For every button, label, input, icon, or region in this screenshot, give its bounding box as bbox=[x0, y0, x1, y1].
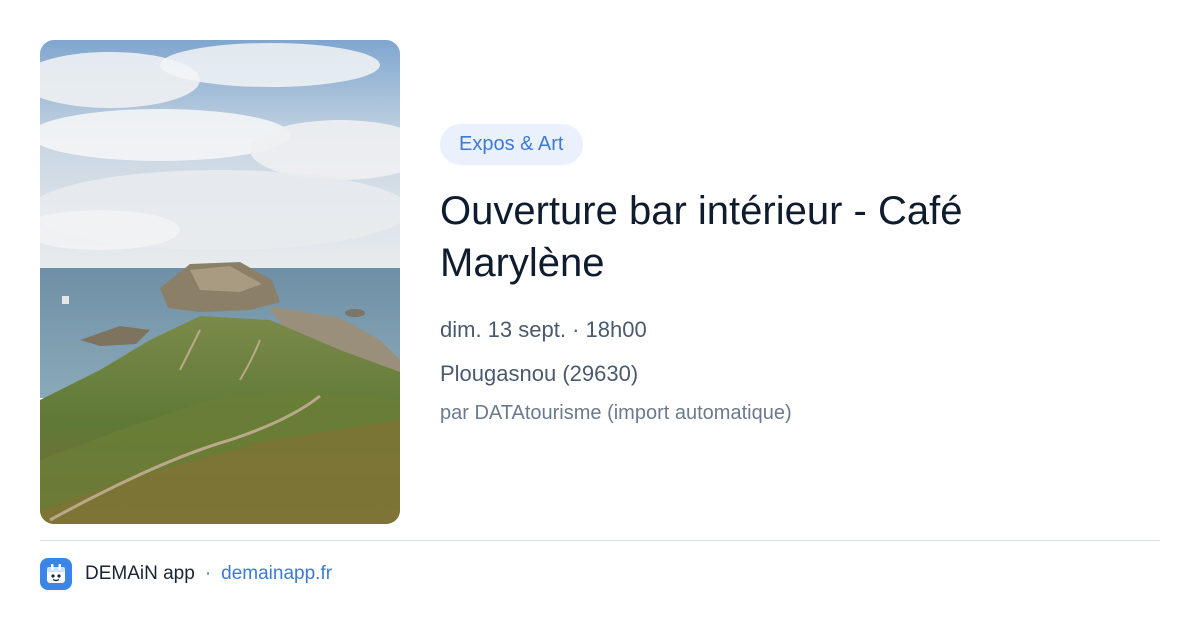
event-source: par DATAtourisme (import automatique) bbox=[440, 402, 792, 424]
event-title[interactable]: Ouverture bar intérieur - Café Marylène bbox=[440, 185, 1080, 289]
footer: DEMAiN app · demainapp.fr bbox=[40, 558, 332, 590]
app-website-link[interactable]: demainapp.fr bbox=[221, 563, 332, 585]
event-details: Expos & Art Ouverture bar intérieur - Ca… bbox=[440, 124, 1160, 427]
category-tag[interactable]: Expos & Art bbox=[440, 124, 583, 165]
event-photo bbox=[40, 40, 400, 524]
app-name: DEMAiN app bbox=[85, 563, 195, 584]
demain-app-icon bbox=[40, 558, 72, 590]
footer-separator: · bbox=[204, 563, 212, 584]
event-card[interactable]: Expos & Art Ouverture bar intérieur - Ca… bbox=[0, 0, 1200, 630]
footer-divider bbox=[40, 540, 1160, 541]
event-datetime: dim. 13 sept. · 18h00 bbox=[440, 317, 647, 342]
event-location: Plougasnou (29630) bbox=[440, 361, 639, 386]
